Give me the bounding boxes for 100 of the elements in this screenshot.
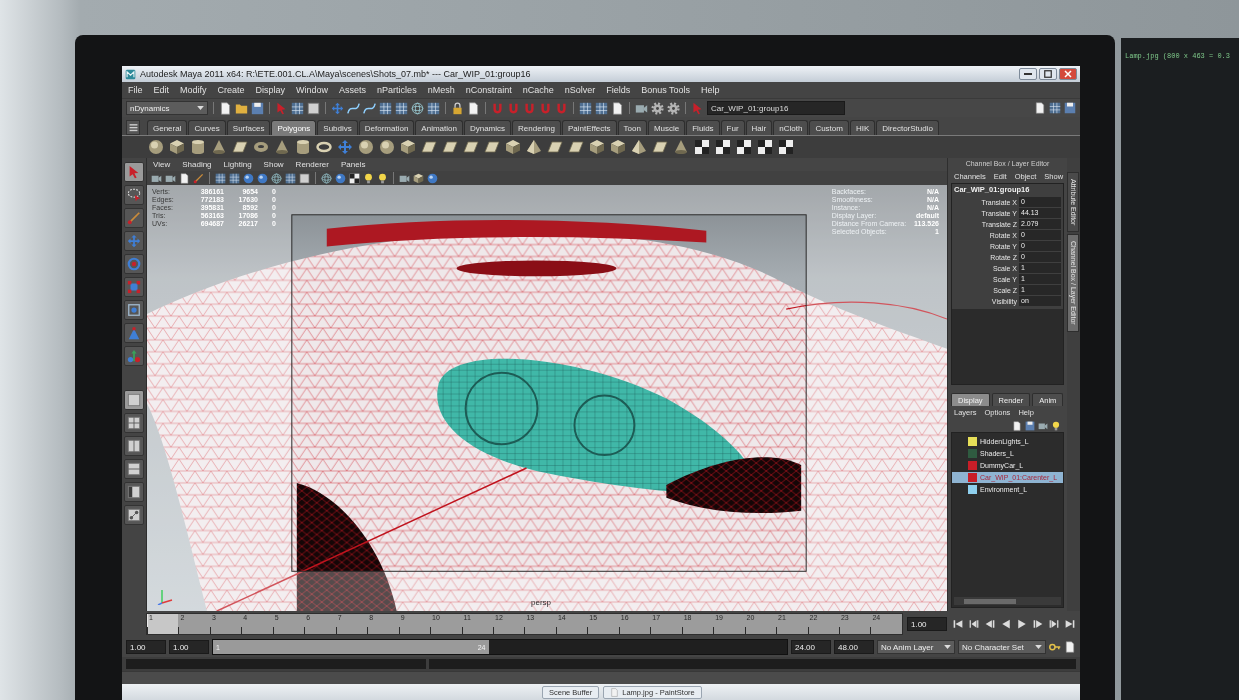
settings-icon[interactable]	[651, 101, 664, 115]
folder-icon[interactable]	[235, 101, 248, 115]
grid-icon[interactable]	[579, 101, 592, 115]
menu-item[interactable]: Create	[217, 85, 245, 95]
grid-icon[interactable]	[215, 172, 226, 184]
previous-key-button[interactable]	[983, 617, 996, 631]
two-pane-layout-button[interactable]	[124, 436, 144, 456]
shelf-tab[interactable]: Toon	[617, 120, 647, 135]
lasso-tool-button[interactable]	[124, 185, 144, 205]
move-arrows-icon[interactable]	[337, 139, 353, 155]
cone-icon[interactable]	[211, 139, 227, 155]
torus-icon[interactable]	[253, 139, 269, 155]
wireframe-sphere-icon[interactable]	[321, 172, 332, 184]
panel-menu-item[interactable]: View	[153, 160, 171, 169]
light-bulb-icon[interactable]	[377, 172, 388, 184]
panel-menu-item[interactable]: Panels	[340, 160, 366, 169]
selection-name-field[interactable]: Car_WIP_01:group16	[707, 101, 845, 115]
pyramid-icon[interactable]	[526, 139, 542, 155]
padlock-icon[interactable]	[451, 101, 464, 115]
curve-icon[interactable]	[347, 101, 360, 115]
settings-icon[interactable]	[667, 101, 680, 115]
shelf-tab[interactable]: Muscle	[647, 120, 686, 135]
playback-end-field[interactable]: 24.00	[791, 640, 831, 654]
document-icon[interactable]	[1012, 420, 1022, 431]
shaded-sphere-icon[interactable]	[257, 172, 268, 184]
shelf-tab[interactable]: Surfaces	[226, 120, 271, 135]
start-time-field[interactable]: 1.00	[126, 640, 166, 654]
grid-icon[interactable]	[285, 172, 296, 184]
character-set-dropdown[interactable]: No Character Set	[958, 640, 1046, 654]
shaded-sphere-icon[interactable]	[427, 172, 438, 184]
checker-icon[interactable]	[757, 139, 773, 155]
shelf-tab[interactable]: DirectorStudio	[876, 120, 939, 135]
wireframe-sphere-icon[interactable]	[411, 101, 424, 115]
node-layout-button[interactable]	[124, 505, 144, 525]
manipulator-tool-button[interactable]	[124, 300, 144, 320]
command-line-field[interactable]	[126, 659, 426, 669]
checker-icon[interactable]	[694, 139, 710, 155]
light-bulb-icon[interactable]	[363, 172, 374, 184]
shelf-tab[interactable]: Subdivs	[317, 120, 358, 135]
cube-icon[interactable]	[589, 139, 605, 155]
outliner-layout-button[interactable]	[124, 482, 144, 502]
cube-icon[interactable]	[610, 139, 626, 155]
menu-set-dropdown[interactable]: nDynamics	[126, 101, 208, 115]
light-bulb-icon[interactable]	[1051, 420, 1061, 431]
maximize-button[interactable]	[1039, 68, 1057, 80]
plane-icon[interactable]	[568, 139, 584, 155]
grid-icon[interactable]	[595, 101, 608, 115]
cube-icon[interactable]	[169, 139, 185, 155]
plane-icon[interactable]	[484, 139, 500, 155]
shelf-tab[interactable]: General	[147, 120, 188, 135]
shelf-tab[interactable]: Polygons	[271, 120, 317, 135]
shelf-tab[interactable]: Animation	[415, 120, 463, 135]
shaded-sphere-icon[interactable]	[243, 172, 254, 184]
menu-item[interactable]: Assets	[339, 85, 367, 95]
select-tool-button[interactable]	[124, 162, 144, 182]
menu-item[interactable]: Help	[701, 85, 720, 95]
horizontal-scrollbar[interactable]	[954, 597, 1061, 605]
plane-icon[interactable]	[463, 139, 479, 155]
scale-tool-button[interactable]	[124, 277, 144, 297]
move-tool-button[interactable]	[124, 231, 144, 251]
soft-mod-tool-button[interactable]	[124, 323, 144, 343]
rotate-tool-button[interactable]	[124, 254, 144, 274]
sphere-icon[interactable]	[358, 139, 374, 155]
panel-menu-item[interactable]: Show	[263, 160, 284, 169]
shaded-sphere-icon[interactable]	[335, 172, 346, 184]
document-icon[interactable]	[467, 101, 480, 115]
checker-icon[interactable]	[349, 172, 360, 184]
shelf-tab[interactable]: Fluids	[686, 120, 720, 135]
menu-item[interactable]: nConstraint	[465, 85, 512, 95]
cone-icon[interactable]	[274, 139, 290, 155]
playback-start-field[interactable]: 1.00	[169, 640, 209, 654]
panel-menu-item[interactable]: Renderer	[295, 160, 329, 169]
menu-item[interactable]: nMesh	[427, 85, 455, 95]
cylinder-icon[interactable]	[295, 139, 311, 155]
cube-icon[interactable]	[413, 172, 424, 184]
single-pane-layout-button[interactable]	[124, 390, 144, 410]
panel-menu-item[interactable]: Lighting	[223, 160, 252, 169]
document-icon[interactable]	[611, 101, 624, 115]
menu-item[interactable]: Display	[255, 85, 286, 95]
menu-item[interactable]: Modify	[180, 85, 207, 95]
checker-icon[interactable]	[736, 139, 752, 155]
grid-icon[interactable]	[291, 101, 304, 115]
save-icon[interactable]	[251, 101, 264, 115]
shelf-tab[interactable]: PaintEffects	[562, 120, 617, 135]
checker-icon[interactable]	[778, 139, 794, 155]
grid-icon[interactable]	[427, 101, 440, 115]
stacked-layout-button[interactable]	[124, 459, 144, 479]
checker-icon[interactable]	[715, 139, 731, 155]
plane-icon[interactable]	[232, 139, 248, 155]
menu-item[interactable]: Window	[296, 85, 329, 95]
menu-item[interactable]: nParticles	[377, 85, 417, 95]
document-icon[interactable]	[179, 172, 190, 184]
single-pane-icon[interactable]	[299, 172, 310, 184]
next-key-button[interactable]	[1031, 617, 1044, 631]
end-time-field[interactable]: 48.00	[834, 640, 874, 654]
panel-menu-item[interactable]: Shading	[182, 160, 212, 169]
cube-icon[interactable]	[400, 139, 416, 155]
play-button[interactable]	[1015, 617, 1028, 631]
menu-item[interactable]: Edit	[153, 85, 170, 95]
current-time-marker[interactable]	[147, 614, 179, 634]
